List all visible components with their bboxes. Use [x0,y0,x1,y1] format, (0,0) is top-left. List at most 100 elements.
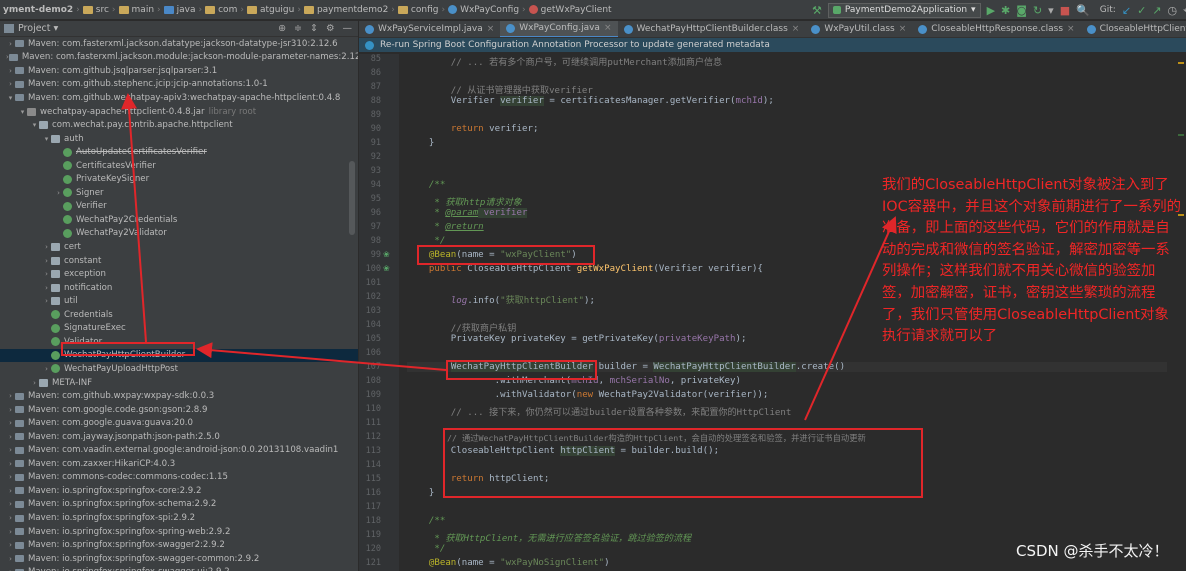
tree-item[interactable]: CertificatesVerifier [0,159,358,173]
expand-all-icon[interactable]: ⇕ [310,23,318,34]
more-run-icon[interactable]: ▾ [1048,4,1054,17]
close-icon[interactable]: × [487,24,495,34]
chevron-down-icon[interactable]: ▾ [54,23,59,34]
tree-item[interactable]: ▾ com.wechat.pay.contrib.apache.httpclien… [0,118,358,132]
close-icon[interactable]: × [792,24,800,34]
tree-item[interactable]: › Maven: io.springfox:springfox-swagger2:… [0,538,358,552]
tree-item[interactable]: › Maven: io.springfox:springfox-core:2.9.… [0,484,358,498]
tree-item[interactable]: AutoUpdateCertificatesVerifier [0,145,358,159]
tree-item[interactable]: › cert [0,240,358,254]
chevron-down-icon[interactable]: ▾ [6,94,15,102]
tree-item[interactable]: › constant [0,254,358,268]
bean-icon[interactable]: ❀ [383,250,390,259]
breadcrumb-method[interactable]: getWxPayClient [526,5,615,15]
collapse-all-icon[interactable]: ≑ [294,23,302,34]
tree-item[interactable]: ▾ wechatpay-apache-httpclient-0.4.8.jar li… [0,105,358,119]
history-icon[interactable]: ◷ [1168,4,1178,17]
chevron-right-icon[interactable]: › [6,555,15,563]
chevron-right-icon[interactable]: › [42,257,51,265]
search-everywhere-icon[interactable]: 🔍 [1076,4,1090,17]
editor-tab[interactable]: WxPayConfig.java × [500,21,618,37]
breadcrumb-src[interactable]: src [80,5,112,15]
tree-item[interactable]: › Maven: io.springfox:springfox-spring-we… [0,525,358,539]
chevron-right-icon[interactable]: › [6,433,15,441]
hide-icon[interactable]: — [343,23,353,34]
chevron-right-icon[interactable]: › [30,379,39,387]
tree-item[interactable]: Credentials [0,308,358,322]
tree-item[interactable]: › Maven: com.github.stephenc.jcip:jcip-an… [0,78,358,92]
tree-item[interactable]: › Maven: io.springfox:springfox-spi:2.9.2 [0,511,358,525]
tree-item[interactable]: SignatureExec [0,322,358,336]
tree-item[interactable]: › Maven: com.google.code.gson:gson:2.8.9 [0,403,358,417]
change-marker[interactable] [1178,134,1184,136]
chevron-right-icon[interactable]: › [6,473,15,481]
tree-item[interactable]: › exception [0,267,358,281]
chevron-right-icon[interactable]: › [6,80,15,88]
chevron-right-icon[interactable]: › [6,419,15,427]
tree-item[interactable]: › Maven: com.github.wxpay:wxpay-sdk:0.0.3 [0,389,358,403]
chevron-right-icon[interactable]: › [6,392,15,400]
close-icon[interactable]: × [899,24,907,34]
chevron-right-icon[interactable]: › [6,500,15,508]
chevron-right-icon[interactable]: › [6,514,15,522]
breadcrumb-wxpayconfig[interactable]: WxPayConfig [445,5,522,15]
tree-item[interactable]: PrivateKeySigner [0,173,358,187]
tree-item[interactable]: › WechatPayUploadHttpPost [0,362,358,376]
tree-item[interactable]: WechatPay2Credentials [0,213,358,227]
editor-tab[interactable]: WxPayUtil.class × [805,21,912,37]
tree-item[interactable]: › Maven: com.github.jsqlparser:jsqlparser… [0,64,358,78]
bean-icon[interactable]: ❀ [383,264,390,273]
chevron-right-icon[interactable]: › [42,297,51,305]
editor-tab[interactable]: CloseableHttpResponse.class × [912,21,1080,37]
breadcrumb-java[interactable]: java [161,5,199,15]
tree-item[interactable]: › notification [0,281,358,295]
chevron-right-icon[interactable]: › [6,541,15,549]
tree-item[interactable]: › Maven: com.jayway.jsonpath:json-path:2.… [0,430,358,444]
run-icon[interactable]: ▶ [987,4,995,17]
close-icon[interactable]: × [1067,24,1075,34]
chevron-right-icon[interactable]: › [42,243,51,251]
editor-tab[interactable]: WechatPayHttpClientBuilder.class × [618,21,806,37]
breadcrumb-com[interactable]: com [202,5,240,15]
project-title[interactable]: Project [18,23,51,34]
chevron-right-icon[interactable]: › [54,189,63,197]
tree-item[interactable]: ▾ auth [0,132,358,146]
git-update-icon[interactable]: ↙ [1122,4,1131,17]
tree-item[interactable]: WechatPay2Validator [0,227,358,241]
git-push-icon[interactable]: ↗ [1152,4,1161,17]
chevron-right-icon[interactable]: › [42,365,51,373]
debug-icon[interactable]: ✱ [1001,4,1010,17]
breadcrumb-config[interactable]: config [395,5,442,15]
profile-icon[interactable]: ↻ [1033,4,1042,17]
tree-item[interactable]: ›Maven: io.springfox:springfox-swagger-u… [0,565,358,571]
git-commit-icon[interactable]: ✓ [1137,4,1146,17]
chevron-right-icon[interactable]: › [6,460,15,468]
close-icon[interactable]: × [604,23,612,33]
coverage-icon[interactable]: ◙ [1016,4,1027,17]
tree-item[interactable]: › Maven: com.zaxxer:HikariCP:4.0.3 [0,457,358,471]
chevron-right-icon[interactable]: › [6,487,15,495]
tree-item[interactable]: › Maven: io.springfox:springfox-schema:2.… [0,498,358,512]
chevron-right-icon[interactable]: › [6,40,15,48]
stop-icon[interactable]: ■ [1060,4,1070,17]
warning-marker[interactable] [1178,62,1184,64]
breadcrumb-atguigu[interactable]: atguigu [244,5,297,15]
tree-item[interactable]: › Maven: com.fasterxml.jackson.module:jac… [0,51,358,65]
chevron-right-icon[interactable]: › [6,67,15,75]
build-hammer-icon[interactable]: ⚒ [812,4,822,17]
tree-item[interactable]: › META-INF [0,376,358,390]
gear-icon[interactable]: ⚙ [326,23,335,34]
tree-item[interactable]: › Maven: io.springfox:springfox-swagger-c… [0,552,358,566]
chevron-right-icon[interactable]: › [6,406,15,414]
notification-banner[interactable]: Re-run Spring Boot Configuration Annotat… [359,38,1186,52]
breadcrumb-paymentdemo2[interactable]: paymentdemo2 [301,5,391,15]
tree-item[interactable]: ▾ Maven: com.github.wechatpay-apiv3:wecha… [0,91,358,105]
tree-scrollbar[interactable] [349,161,355,235]
chevron-right-icon[interactable]: › [42,284,51,292]
tree-item[interactable]: › util [0,294,358,308]
chevron-down-icon[interactable]: ▾ [18,108,27,116]
tree-item[interactable]: › Signer [0,186,358,200]
chevron-right-icon[interactable]: › [6,446,15,454]
tree-item[interactable]: › Maven: com.google.guava:guava:20.0 [0,416,358,430]
tree-item[interactable]: › Maven: com.fasterxml.jackson.datatype:j… [0,37,358,51]
